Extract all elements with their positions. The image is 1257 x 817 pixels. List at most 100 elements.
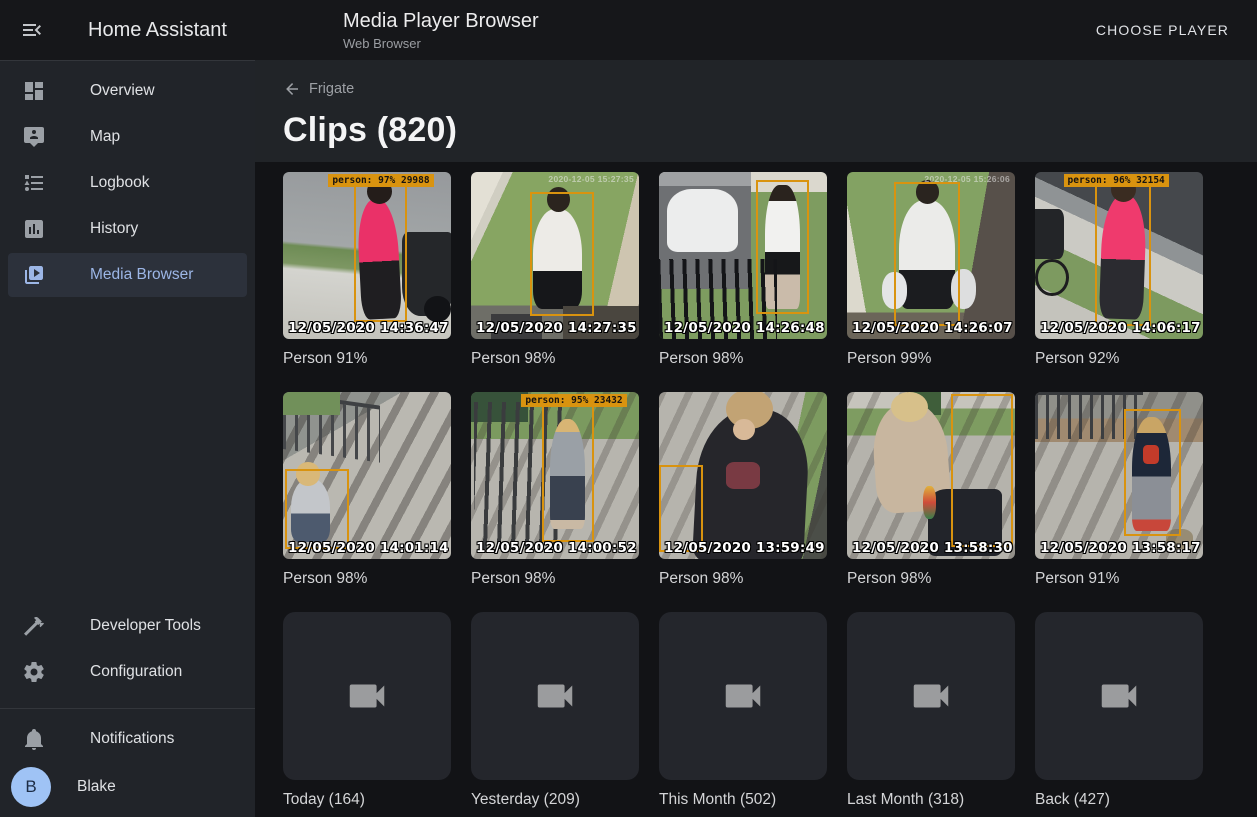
folder-card[interactable] [471,612,639,780]
scene-shape [726,462,760,489]
user-name: Blake [77,778,116,796]
scene-shape [1035,259,1069,296]
panel-title-block: Media Player Browser Web Browser [255,10,1088,51]
clip-label: Person 91% [1035,570,1203,588]
folder-cell-this[interactable]: This Month (502) [659,612,827,817]
clip-label: Person 98% [659,570,827,588]
clip-timestamp: 12/05/2020 13:58:30 [852,540,1013,556]
scene-shape [424,296,451,323]
clip-cell[interactable]: person: 96% 32154 12/05/2020 14:06:17 Pe… [1035,172,1203,392]
clip-cell[interactable]: 2020-12-05 15:27:35 12/05/2020 14:27:35 … [471,172,639,392]
format-list-bulleted-icon [22,171,46,195]
view-dashboard-icon [22,79,46,103]
scene-shape [283,392,340,415]
folder-label: Last Month (318) [847,791,1015,809]
breadcrumb[interactable]: Frigate [283,80,354,98]
clip-cell[interactable]: 12/05/2020 13:58:17 Person 91% [1035,392,1203,612]
folder-card[interactable] [1035,612,1203,780]
panel-title: Media Player Browser [343,10,1088,33]
clip-timestamp: 12/05/2020 14:01:14 [288,540,449,556]
folder-card[interactable] [659,612,827,780]
sidebar-footer-items: Developer Tools Configuration [0,604,255,694]
folder-cell-back[interactable]: Back (427) [1035,612,1203,817]
folder-label: Today (164) [283,791,451,809]
folder-card[interactable] [847,612,1015,780]
clip-cell[interactable]: 12/05/2020 14:26:48 Person 98% [659,172,827,392]
scene-shape [923,486,936,519]
bell-icon [22,727,46,751]
clip-thumbnail[interactable]: person: 97% 29988 12/05/2020 14:36:47 [283,172,451,339]
scene-shape [667,189,738,252]
clip-timestamp: 12/05/2020 14:26:07 [852,320,1013,336]
clip-thumbnail[interactable]: 12/05/2020 13:59:49 [659,392,827,559]
clip-label: Person 98% [659,350,827,368]
detection-chip: person: 95% 23432 [521,394,626,407]
video-icon [908,673,954,719]
video-icon [344,673,390,719]
folder-cell-today[interactable]: Today (164) [283,612,451,817]
detection-chip: person: 97% 29988 [328,174,433,187]
avatar[interactable]: B [11,767,51,807]
detection-box [354,185,408,322]
play-box-multiple-icon [22,263,46,287]
cog-icon [22,660,46,684]
media-browser-panel: Frigate Clips (820) person: 97% 29988 12… [255,60,1257,817]
clip-thumbnail[interactable]: 12/05/2020 14:01:14 [283,392,451,559]
clip-label: Person 98% [283,570,451,588]
folder-card[interactable] [283,612,451,780]
choose-player-button[interactable]: CHOOSE PLAYER [1088,12,1237,48]
clip-cell[interactable]: person: 97% 29988 12/05/2020 14:36:47 Pe… [283,172,451,392]
scene-shape [733,419,755,441]
content-header: Frigate Clips (820) [255,60,1257,162]
folder-label: This Month (502) [659,791,827,809]
breadcrumb-label: Frigate [309,81,354,97]
clip-thumbnail[interactable]: 2020-12-05 15:27:35 12/05/2020 14:27:35 [471,172,639,339]
detection-box [894,182,960,326]
sidebar-nav: Overview Map Logbook History Media Brows… [0,61,255,299]
clip-label: Person 98% [471,570,639,588]
sidebar-item-configuration[interactable]: Configuration [8,650,247,694]
sidebar-item-logbook[interactable]: Logbook [8,161,247,205]
sidebar-item-map[interactable]: Map [8,115,247,159]
video-icon [720,673,766,719]
detection-chip: person: 96% 32154 [1064,174,1169,187]
sidebar-item-history[interactable]: History [8,207,247,251]
folder-cell-last[interactable]: Last Month (318) [847,612,1015,817]
clip-thumbnail[interactable]: 2020-12-05 15:26:06 12/05/2020 14:26:07 [847,172,1015,339]
scene-shape [1035,209,1064,259]
detection-box [530,192,594,316]
folder-cell-yesterday[interactable]: Yesterday (209) [471,612,639,817]
clip-cell[interactable]: 12/05/2020 14:01:14 Person 98% [283,392,451,612]
video-icon [1096,673,1142,719]
hammer-icon [22,614,46,638]
clip-label: Person 99% [847,350,1015,368]
clip-cell[interactable]: 2020-12-05 15:26:06 12/05/2020 14:26:07 … [847,172,1015,392]
sidebar: Overview Map Logbook History Media Brows… [0,60,255,817]
detection-box [285,469,349,549]
chart-box-icon [22,217,46,241]
clip-thumbnail[interactable]: person: 96% 32154 12/05/2020 14:06:17 [1035,172,1203,339]
folder-label: Back (427) [1035,791,1203,809]
clip-thumbnail[interactable]: 12/05/2020 13:58:30 [847,392,1015,559]
clips-grid: person: 97% 29988 12/05/2020 14:36:47 Pe… [255,162,1257,817]
clip-thumbnail[interactable]: person: 95% 23432 12/05/2020 14:00:52 [471,392,639,559]
back-arrow-icon [283,80,301,98]
sidebar-item-media-browser[interactable]: Media Browser [8,253,247,297]
panel-subtitle: Web Browser [343,36,1088,51]
clip-label: Person 98% [471,350,639,368]
sidebar-item-notifications[interactable]: Notifications [8,717,247,761]
sidebar-item-developer-tools[interactable]: Developer Tools [8,604,247,648]
video-icon [532,673,578,719]
sidebar-item-overview[interactable]: Overview [8,69,247,113]
sidebar-user[interactable]: B Blake [8,763,247,811]
sidebar-spacer [0,299,255,602]
app-header: Home Assistant Media Player Browser Web … [0,0,1257,60]
clip-thumbnail[interactable]: 12/05/2020 13:58:17 [1035,392,1203,559]
menu-open-icon[interactable] [20,18,44,42]
clip-thumbnail[interactable]: 12/05/2020 14:26:48 [659,172,827,339]
clip-cell[interactable]: person: 95% 23432 12/05/2020 14:00:52 Pe… [471,392,639,612]
clip-cell[interactable]: 12/05/2020 13:58:30 Person 98% [847,392,1015,612]
clip-cell[interactable]: 12/05/2020 13:59:49 Person 98% [659,392,827,612]
clip-label: Person 91% [283,350,451,368]
page-title: Clips (820) [283,111,1229,150]
